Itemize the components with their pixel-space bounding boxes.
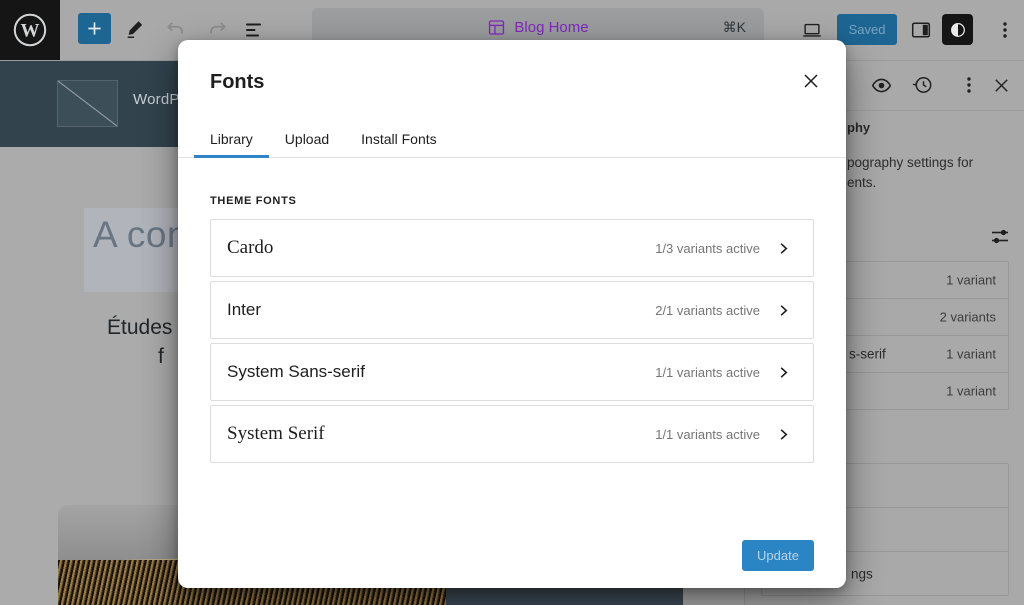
font-name: Inter xyxy=(227,300,261,320)
font-name: Cardo xyxy=(227,237,273,259)
font-row-system-serif[interactable]: System Serif 1/1 variants active xyxy=(210,405,814,463)
modal-tabs: Library Upload Install Fonts xyxy=(178,120,846,158)
chevron-right-icon xyxy=(776,365,791,380)
font-row-system-sans-serif[interactable]: System Sans-serif 1/1 variants active xyxy=(210,343,814,401)
chevron-right-icon xyxy=(776,427,791,442)
font-name: System Serif xyxy=(227,423,325,445)
tab-upload[interactable]: Upload xyxy=(269,120,345,158)
update-button[interactable]: Update xyxy=(742,540,814,571)
font-row-inter[interactable]: Inter 2/1 variants active xyxy=(210,281,814,339)
tab-library[interactable]: Library xyxy=(194,120,269,158)
tab-install-fonts[interactable]: Install Fonts xyxy=(345,120,452,158)
close-icon xyxy=(799,69,823,93)
theme-font-list: Cardo 1/3 variants active Inter 2/1 vari… xyxy=(210,219,814,467)
font-variants-meta: 1/1 variants active xyxy=(655,427,760,442)
font-row-cardo[interactable]: Cardo 1/3 variants active xyxy=(210,219,814,277)
font-name: System Sans-serif xyxy=(227,362,365,382)
font-variants-meta: 2/1 variants active xyxy=(655,303,760,318)
font-variants-meta: 1/3 variants active xyxy=(655,241,760,256)
chevron-right-icon xyxy=(776,241,791,256)
modal-title: Fonts xyxy=(210,71,264,94)
screen: W xyxy=(0,0,1024,605)
font-variants-meta: 1/1 variants active xyxy=(655,365,760,380)
theme-fonts-section-label: THEME FONTS xyxy=(210,195,297,207)
modal-close-button[interactable] xyxy=(796,66,826,96)
chevron-right-icon xyxy=(776,303,791,318)
fonts-modal: Fonts Library Upload Install Fonts THEME… xyxy=(178,40,846,588)
